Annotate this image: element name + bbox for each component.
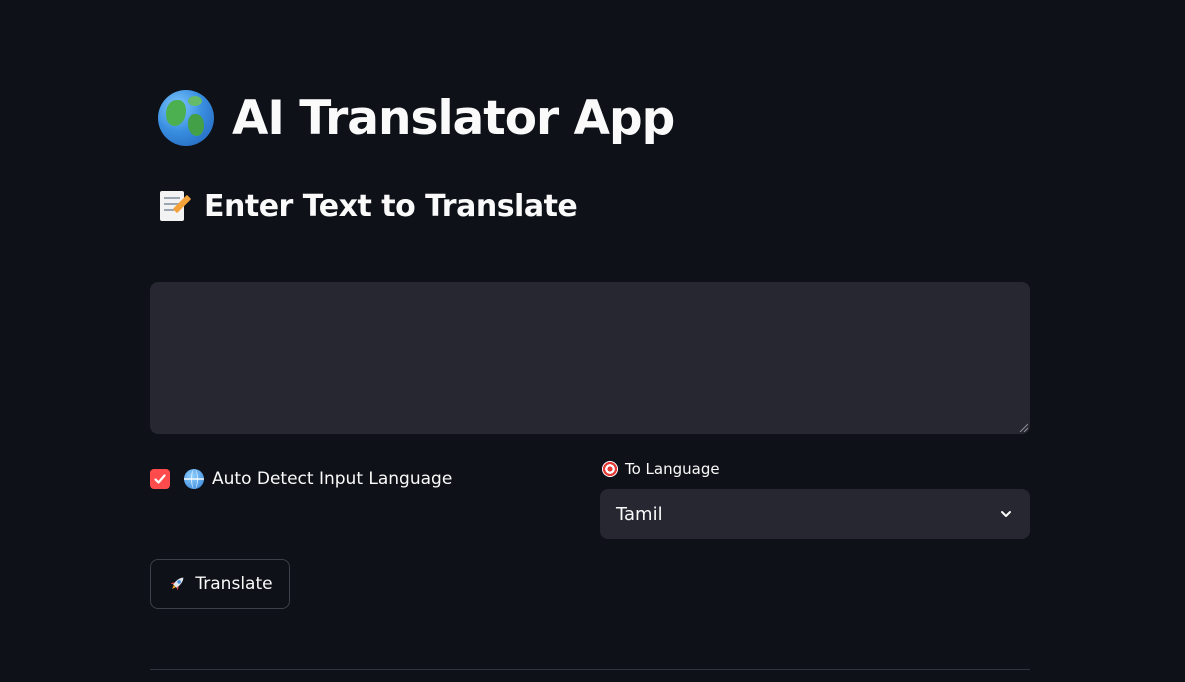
text-input-area[interactable] (150, 282, 1030, 434)
auto-detect-checkbox[interactable] (150, 469, 170, 489)
auto-detect-checkbox-row[interactable]: Auto Detect Input Language (150, 466, 452, 492)
divider (150, 669, 1030, 670)
auto-detect-label: Auto Detect Input Language (212, 469, 453, 489)
translate-button[interactable]: Translate (150, 559, 290, 609)
chevron-down-icon[interactable] (998, 506, 1014, 522)
to-language-label-text: To Language (625, 460, 720, 478)
to-language-label: To Language (602, 458, 720, 480)
resize-grip-icon[interactable] (1018, 422, 1028, 432)
page-title-text: AI Translator App (232, 90, 675, 146)
section-subheader-text: Enter Text to Translate (204, 188, 578, 224)
memo-icon (158, 189, 192, 223)
page-title: AI Translator App (158, 86, 675, 150)
rocket-icon (171, 577, 184, 591)
translate-button-label: Translate (195, 574, 273, 594)
direct-hit-icon (602, 461, 618, 477)
app-page: AI Translator App Enter Text to Translat… (0, 0, 1185, 682)
globe-icon (158, 90, 214, 146)
globe-with-meridians-icon (184, 469, 204, 489)
to-language-select[interactable]: Tamil (600, 489, 1030, 539)
section-subheader: Enter Text to Translate (158, 184, 578, 228)
to-language-selected-value: Tamil (616, 503, 663, 525)
checkmark-icon (154, 474, 166, 484)
